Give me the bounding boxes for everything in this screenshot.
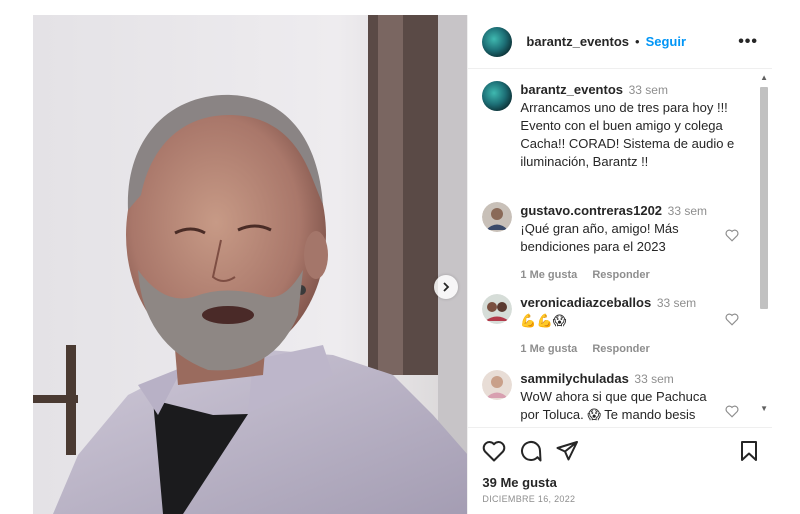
post-photo	[33, 15, 468, 514]
comment-text: 💪💪😱	[520, 313, 567, 328]
post-media[interactable]	[33, 15, 468, 514]
avatar[interactable]	[482, 26, 513, 57]
post-modal: barantz_eventos • Seguir ••• barantz_eve…	[33, 15, 772, 514]
share-icon[interactable]	[556, 440, 579, 462]
avatar[interactable]	[482, 202, 513, 232]
comment-item: gustavo.contreras1202 33 sem ¡Qué gran a…	[482, 202, 742, 284]
comments-list[interactable]: barantz_eventos 33 sem Arrancamos uno de…	[468, 69, 772, 427]
caption-time: 33 sem	[628, 83, 668, 97]
comment-likes[interactable]: 1 Me gusta	[520, 343, 577, 355]
comment-username[interactable]: gustavo.contreras1202	[520, 203, 662, 218]
comment-time: 33 sem	[634, 372, 674, 386]
comment-item: sammilychuladas 33 sem WoW ahora si que …	[482, 370, 742, 424]
reply-button[interactable]: Responder	[592, 269, 649, 281]
next-slide-button[interactable]	[434, 275, 458, 299]
post-footer: 39 Me gusta DICIEMBRE 16, 2022	[468, 427, 772, 514]
comment-username[interactable]: sammilychuladas	[520, 371, 628, 386]
comment-text: WoW ahora si que que Pachuca por Toluca.…	[520, 389, 707, 422]
separator-dot: •	[635, 34, 640, 49]
action-bar	[482, 440, 592, 462]
caption-username[interactable]: barantz_eventos	[520, 82, 623, 97]
heart-icon[interactable]	[482, 440, 506, 462]
post-header: barantz_eventos • Seguir •••	[468, 15, 772, 69]
scroll-down-icon[interactable]: ▼	[760, 404, 768, 413]
comment-time: 33 sem	[667, 204, 708, 218]
chevron-right-icon	[443, 282, 450, 292]
avatar[interactable]	[482, 294, 513, 324]
header-username[interactable]: barantz_eventos	[526, 34, 629, 49]
comment-likes[interactable]: 1 Me gusta	[520, 269, 577, 281]
more-options-icon[interactable]: •••	[738, 33, 758, 51]
heart-icon[interactable]	[725, 405, 739, 418]
avatar[interactable]	[482, 370, 513, 400]
comment-time: 33 sem	[656, 296, 697, 310]
heart-icon[interactable]	[725, 229, 739, 242]
post-side-panel: barantz_eventos • Seguir ••• barantz_eve…	[467, 15, 772, 514]
comment-text: ¡Qué gran año, amigo! Más bendiciones pa…	[520, 221, 679, 254]
comment-username[interactable]: veronicadiazceballos	[520, 295, 651, 310]
scrollbar[interactable]: ▲ ▼	[759, 73, 770, 413]
comment-icon[interactable]	[520, 440, 542, 462]
like-count[interactable]: 39 Me gusta	[482, 475, 556, 490]
bookmark-icon[interactable]	[740, 440, 758, 462]
follow-button[interactable]: Seguir	[646, 34, 686, 49]
scroll-up-icon[interactable]: ▲	[760, 73, 768, 82]
reply-button[interactable]: Responder	[592, 343, 649, 355]
caption-item: barantz_eventos 33 sem Arrancamos uno de…	[482, 81, 742, 171]
avatar[interactable]	[482, 81, 513, 111]
post-date: DICIEMBRE 16, 2022	[482, 494, 576, 504]
heart-icon[interactable]	[725, 313, 739, 326]
scrollbar-thumb[interactable]	[760, 87, 768, 309]
caption-text: Arrancamos uno de tres para hoy !!! Even…	[520, 100, 735, 169]
comment-item: veronicadiazceballos 33 sem 💪💪😱 1 Me gus…	[482, 294, 742, 358]
